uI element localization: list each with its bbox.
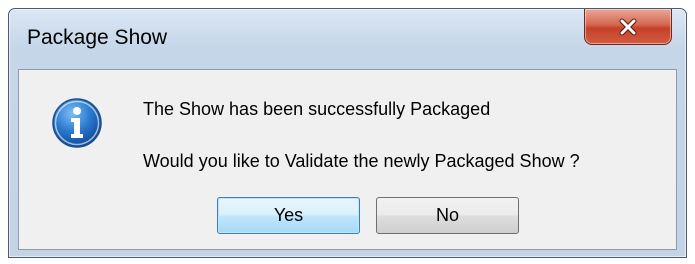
dialog-window: Package Show The Show has been successfu…: [8, 8, 687, 258]
close-button[interactable]: [584, 9, 672, 45]
yes-button[interactable]: Yes: [217, 197, 360, 234]
info-icon: [51, 97, 103, 149]
title-bar[interactable]: Package Show: [9, 9, 686, 69]
dialog-title: Package Show: [27, 26, 168, 49]
message-line-1: The Show has been successfully Packaged: [143, 99, 491, 119]
dialog-content: The Show has been successfully Packaged …: [18, 69, 677, 250]
no-button[interactable]: No: [376, 197, 519, 234]
message-line-2: Would you like to Validate the newly Pac…: [143, 151, 580, 171]
close-icon: [618, 18, 638, 36]
